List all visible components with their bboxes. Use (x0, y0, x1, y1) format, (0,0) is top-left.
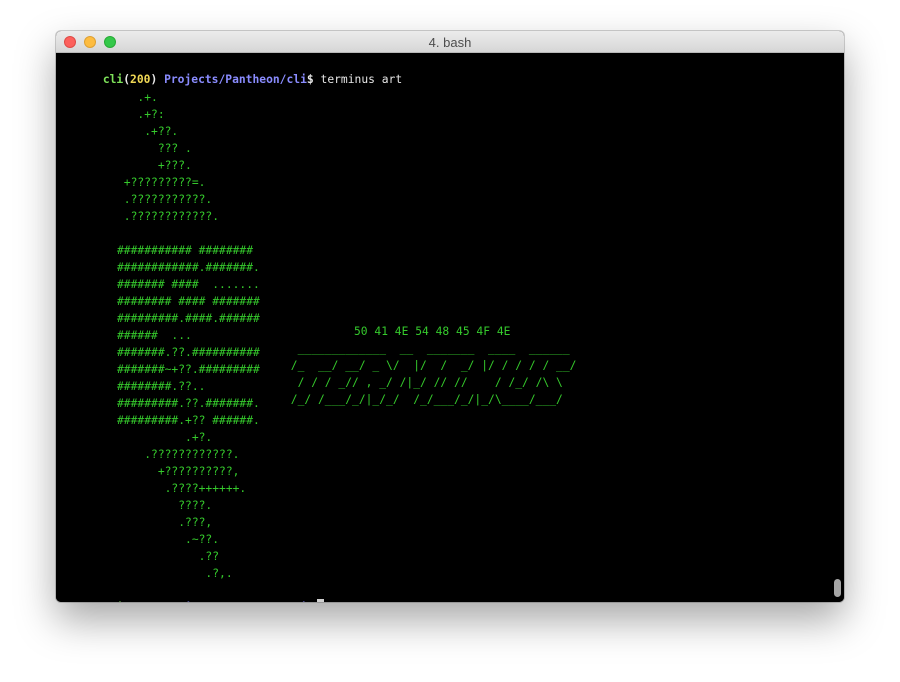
prompt-line-current[interactable]: cli(200) Projects/Pantheon/cli$ (62, 582, 324, 602)
banner-art-line: /_/ /___/_/|_/_/ /_/___/_/|_/\____/___/ (284, 393, 563, 406)
logo-art-line: .+?. (83, 431, 213, 444)
logo-art-line: #########.+?? ######. (83, 414, 260, 427)
text-cursor[interactable] (316, 599, 324, 602)
logo-art-line: #######.??.########## (83, 346, 260, 359)
logo-art-line: ########### ######## (83, 244, 254, 257)
prompt-open-paren: ( (123, 73, 131, 86)
logo-art-line: .???, (83, 516, 213, 529)
logo-art-line: #######~+??.######### (83, 363, 260, 376)
prompt-open-paren: ( (123, 601, 130, 602)
prompt-path: Projects/Pantheon/cli (164, 73, 307, 86)
terminal-output[interactable]: cli(200) Projects/Pantheon/cli$ terminus… (56, 53, 844, 602)
logo-art-line: .???????????. (83, 193, 213, 206)
banner-art-line: /_ __/ __/ _ \/ |/ / _/ |/ / / / / __/ (284, 359, 577, 372)
prompt-path: Projects/Pantheon/cli (164, 601, 307, 602)
banner-hex: 50 41 4E 54 48 45 4F 4E (354, 325, 511, 338)
logo-art-line: .????????????. (83, 448, 240, 461)
prompt-line-command: cli(200) Projects/Pantheon/cli$ terminus… (62, 54, 402, 86)
prompt-symbol: $ (306, 73, 314, 86)
logo-art-line: .?? (83, 550, 220, 563)
logo-art-line: .~??. (83, 533, 220, 546)
prompt-status: 200 (130, 601, 150, 602)
prompt-user: cli (103, 601, 123, 602)
logo-art-line: .????++++++. (83, 482, 247, 495)
logo-art-line: +?????????=. (83, 176, 206, 189)
logo-art-line: ########.??.. (83, 380, 206, 393)
prompt-status: 200 (130, 73, 151, 86)
prompt-user: cli (102, 73, 124, 86)
prompt-close-paren: ) (150, 601, 157, 602)
logo-art-line: ????. (83, 499, 213, 512)
scrollbar-thumb[interactable] (834, 579, 841, 597)
banner-art-line: _____________ __ _______ ____ ______ (284, 342, 570, 355)
command-text: terminus art (320, 73, 403, 86)
logo-art-line: ############.#######. (83, 261, 260, 274)
title-bar[interactable]: 4. bash (56, 31, 844, 53)
logo-art-line: #########.??.#######. (83, 397, 260, 410)
terminal-window: 4. bash cli(200) Projects/Pantheon/cli$ … (56, 31, 844, 602)
logo-art-line: .+??. (83, 125, 179, 138)
logo-art-line: .+?: (83, 108, 165, 121)
logo-art-line: ######## #### ####### (83, 295, 260, 308)
logo-art-line: .?,. (83, 567, 233, 580)
logo-art-line: .????????????. (83, 210, 220, 223)
prompt-close-paren: ) (150, 73, 158, 86)
logo-art-line: ####### #### ....... (83, 278, 260, 291)
prompt-symbol: $ (307, 601, 314, 602)
logo-art-line: ###### ... (83, 329, 192, 342)
logo-art-line: +???. (83, 159, 192, 172)
window-title: 4. bash (428, 35, 472, 50)
logo-art-line: ??? . (83, 142, 192, 155)
logo-art-line: .+. (83, 91, 158, 104)
banner-art-line: / / / _// , _/ /|_/ // // / /_/ /\ \ (284, 376, 563, 389)
logo-art-line: +??????????, (83, 465, 240, 478)
logo-art-line: #########.####.###### (83, 312, 260, 325)
